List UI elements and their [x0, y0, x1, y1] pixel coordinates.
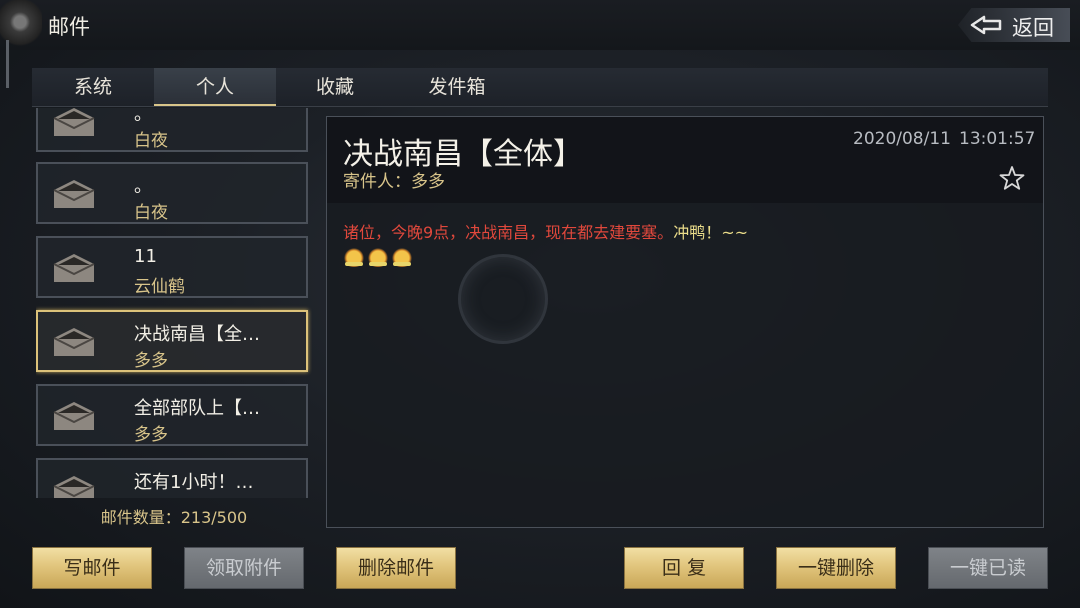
mail-sender: 白夜: [134, 203, 168, 223]
envelope-icon: [53, 402, 95, 430]
mail-body-red-text: 诸位，今晚9点，决战南昌，现在都去建要塞。: [343, 223, 674, 242]
mail-sender: 多多: [134, 425, 168, 445]
mail-subject: 全部部队上【…: [134, 398, 260, 419]
tab-bar: 系统 个人 收藏 发件箱: [32, 68, 1048, 107]
back-button[interactable]: 返回: [958, 8, 1070, 42]
tab-outbox[interactable]: 发件箱: [396, 68, 518, 106]
mail-sender: 白夜: [134, 131, 168, 151]
mail-body-emojis: [343, 247, 415, 269]
envelope-icon: [53, 108, 95, 136]
claim-attachment-button[interactable]: 领取附件: [184, 547, 304, 589]
mail-detail-date: 2020/08/11: [853, 129, 951, 149]
emoji-icon: [391, 247, 413, 267]
mail-subject: 。: [134, 176, 152, 197]
mail-sender: 白夜: [134, 494, 168, 498]
tab-system[interactable]: 系统: [32, 68, 154, 106]
emoji-icon: [343, 247, 365, 267]
mail-detail-header: 决战南昌【全体】 寄件人：多多 2020/08/11 13:01:57: [327, 117, 1043, 203]
mail-item[interactable]: 全部部队上【… 多多: [36, 384, 308, 446]
favorite-star-icon[interactable]: [999, 165, 1025, 191]
mail-list[interactable]: 。 白夜 。 白夜 11 云仙鹤 决战南昌【全… 多多 全部部队上【… 多多 还…: [36, 108, 312, 498]
left-rail-divider: [6, 40, 9, 88]
mail-item[interactable]: 还有1小时！… 白夜: [36, 458, 308, 498]
mail-subject: 。: [134, 108, 152, 125]
back-arrow-icon: [970, 15, 1002, 35]
mail-subject: 还有1小时！…: [134, 472, 254, 493]
mail-subject: 11: [134, 246, 157, 267]
mail-sender: 云仙鹤: [134, 277, 185, 297]
tab-personal[interactable]: 个人: [154, 68, 276, 106]
envelope-icon: [53, 476, 95, 498]
mail-count: 邮件数量：213/500: [100, 508, 248, 527]
mail-item[interactable]: 。 白夜: [36, 108, 308, 152]
envelope-icon: [53, 254, 95, 282]
tab-favorites[interactable]: 收藏: [274, 68, 396, 106]
mail-item[interactable]: 。 白夜: [36, 162, 308, 224]
mail-detail-panel: 决战南昌【全体】 寄件人：多多 2020/08/11 13:01:57 诸位，今…: [326, 116, 1044, 528]
mail-detail-sender: 寄件人：多多: [343, 172, 445, 192]
mail-sender: 多多: [134, 351, 168, 371]
top-bar: 邮件 返回: [0, 0, 1080, 50]
mail-item-selected[interactable]: 决战南昌【全… 多多: [36, 310, 308, 372]
delete-mail-button[interactable]: 删除邮件: [336, 547, 456, 589]
background-watermark: [458, 254, 548, 344]
envelope-icon: [53, 180, 95, 208]
mail-subject: 决战南昌【全…: [134, 324, 260, 345]
back-label: 返回: [1012, 16, 1054, 40]
page-title: 邮件: [48, 15, 90, 39]
mark-all-read-button[interactable]: 一键已读: [928, 547, 1048, 589]
mail-detail-time: 13:01:57: [959, 129, 1036, 149]
mail-body-yellow-text: 冲鸭！~~: [673, 223, 749, 242]
mail-item[interactable]: 11 云仙鹤: [36, 236, 308, 298]
write-mail-button[interactable]: 写邮件: [32, 547, 152, 589]
mail-body-text: 诸位，今晚9点，决战南昌，现在都去建要塞。冲鸭！~~: [343, 219, 748, 243]
emoji-icon: [367, 247, 389, 267]
delete-all-button[interactable]: 一键删除: [776, 547, 896, 589]
reply-button[interactable]: 回 复: [624, 547, 744, 589]
envelope-icon: [53, 328, 95, 356]
